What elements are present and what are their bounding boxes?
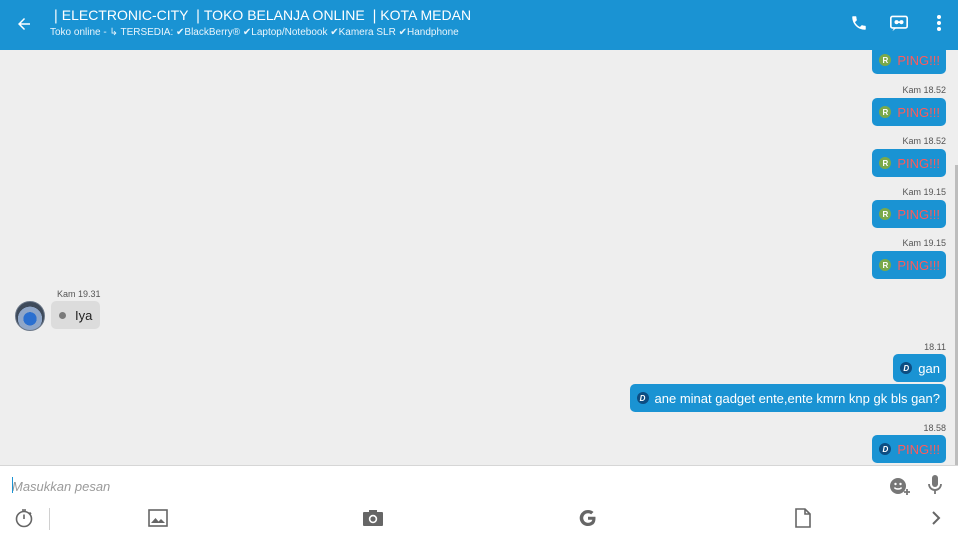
timer-button[interactable] — [12, 506, 36, 530]
microphone-icon — [928, 475, 942, 494]
message-text: PING!!! — [897, 441, 940, 457]
message-timestamp: 18.11 — [924, 342, 946, 352]
message-bubble[interactable]: D ane minat gadget ente,ente kmrn knp gk… — [629, 384, 946, 412]
app-bar: ❘ELECTRONIC-CITY ❘TOKO BELANJA ONLINE ❘K… — [0, 0, 958, 50]
image-button[interactable] — [146, 506, 170, 530]
timer-icon — [15, 509, 33, 528]
message-timestamp: Kam 19.15 — [902, 238, 946, 248]
message-timestamp: Kam 19.31 — [57, 289, 101, 299]
message-timestamp: Kam 18.52 — [902, 136, 946, 146]
toolbar-divider — [49, 508, 50, 530]
message-bubble[interactable]: D PING!!! — [872, 435, 946, 463]
message-text: PING!!! — [897, 257, 940, 273]
message-input[interactable] — [12, 476, 872, 496]
avatar[interactable] — [15, 301, 45, 331]
message-text: PING!!! — [897, 206, 940, 222]
delivered-badge-icon: D — [879, 443, 892, 455]
reply-badge-icon: R — [879, 208, 892, 220]
reply-badge-icon: R — [879, 54, 892, 66]
text-caret — [12, 477, 13, 493]
phone-icon — [852, 16, 866, 30]
emoji-button[interactable] — [888, 475, 912, 497]
chat-title-area[interactable]: ❘ELECTRONIC-CITY ❘TOKO BELANJA ONLINE ❘K… — [50, 7, 808, 40]
emoji-add-icon — [890, 478, 910, 495]
message-timestamp: Kam 19.15 — [902, 187, 946, 197]
message-text: gan — [918, 360, 940, 376]
reply-badge-icon: R — [879, 106, 892, 118]
message-list[interactable]: R PING!!! Kam 18.52 R PING!!! Kam 18.52 … — [0, 50, 958, 465]
message-bubble[interactable]: R PING!!! — [872, 149, 946, 177]
message-bubble[interactable]: R PING!!! — [872, 200, 946, 228]
more-options-button[interactable] — [928, 12, 950, 34]
chat-subtitle: Toko online - ↳ TERSEDIA: ✔BlackBerry® ✔… — [50, 27, 459, 38]
status-dot-icon — [59, 311, 66, 319]
reply-badge-icon: R — [879, 259, 892, 271]
camera-icon — [363, 510, 383, 526]
header-actions — [848, 12, 950, 34]
delivered-badge-icon: D — [636, 392, 649, 404]
file-icon — [795, 508, 811, 528]
camera-button[interactable] — [361, 506, 385, 530]
video-icon — [890, 15, 908, 32]
chat-title: ❘ELECTRONIC-CITY ❘TOKO BELANJA ONLINE ❘K… — [50, 7, 472, 23]
message-timestamp: 18.58 — [923, 423, 946, 433]
message-bubble[interactable]: Iya — [51, 301, 101, 329]
arrow-left-icon — [18, 18, 30, 30]
more-tools-button[interactable] — [924, 506, 948, 530]
more-vert-icon — [937, 15, 941, 31]
message-bubble[interactable]: R PING!!! — [872, 251, 946, 279]
message-bubble[interactable]: D gan — [893, 354, 946, 382]
message-text: ane minat gadget ente,ente kmrn knp gk b… — [654, 390, 940, 406]
back-button[interactable] — [12, 12, 36, 36]
delivered-badge-icon: D — [900, 362, 913, 374]
chevron-right-icon — [932, 511, 941, 525]
reply-badge-icon: R — [879, 157, 892, 169]
file-button[interactable] — [791, 506, 815, 530]
voice-button[interactable] — [925, 474, 945, 496]
message-bubble[interactable]: R PING!!! — [872, 50, 946, 74]
image-icon — [148, 509, 168, 527]
message-text: Iya — [75, 307, 93, 323]
message-text: PING!!! — [897, 52, 940, 68]
call-button[interactable] — [848, 12, 870, 34]
message-text: PING!!! — [897, 104, 940, 120]
message-composer — [0, 465, 958, 536]
google-search-button[interactable] — [576, 506, 600, 530]
video-button[interactable] — [888, 12, 910, 34]
message-bubble[interactable]: R PING!!! — [872, 98, 946, 126]
message-timestamp: Kam 18.52 — [902, 85, 946, 95]
message-text: PING!!! — [897, 155, 940, 171]
google-icon — [579, 510, 596, 526]
